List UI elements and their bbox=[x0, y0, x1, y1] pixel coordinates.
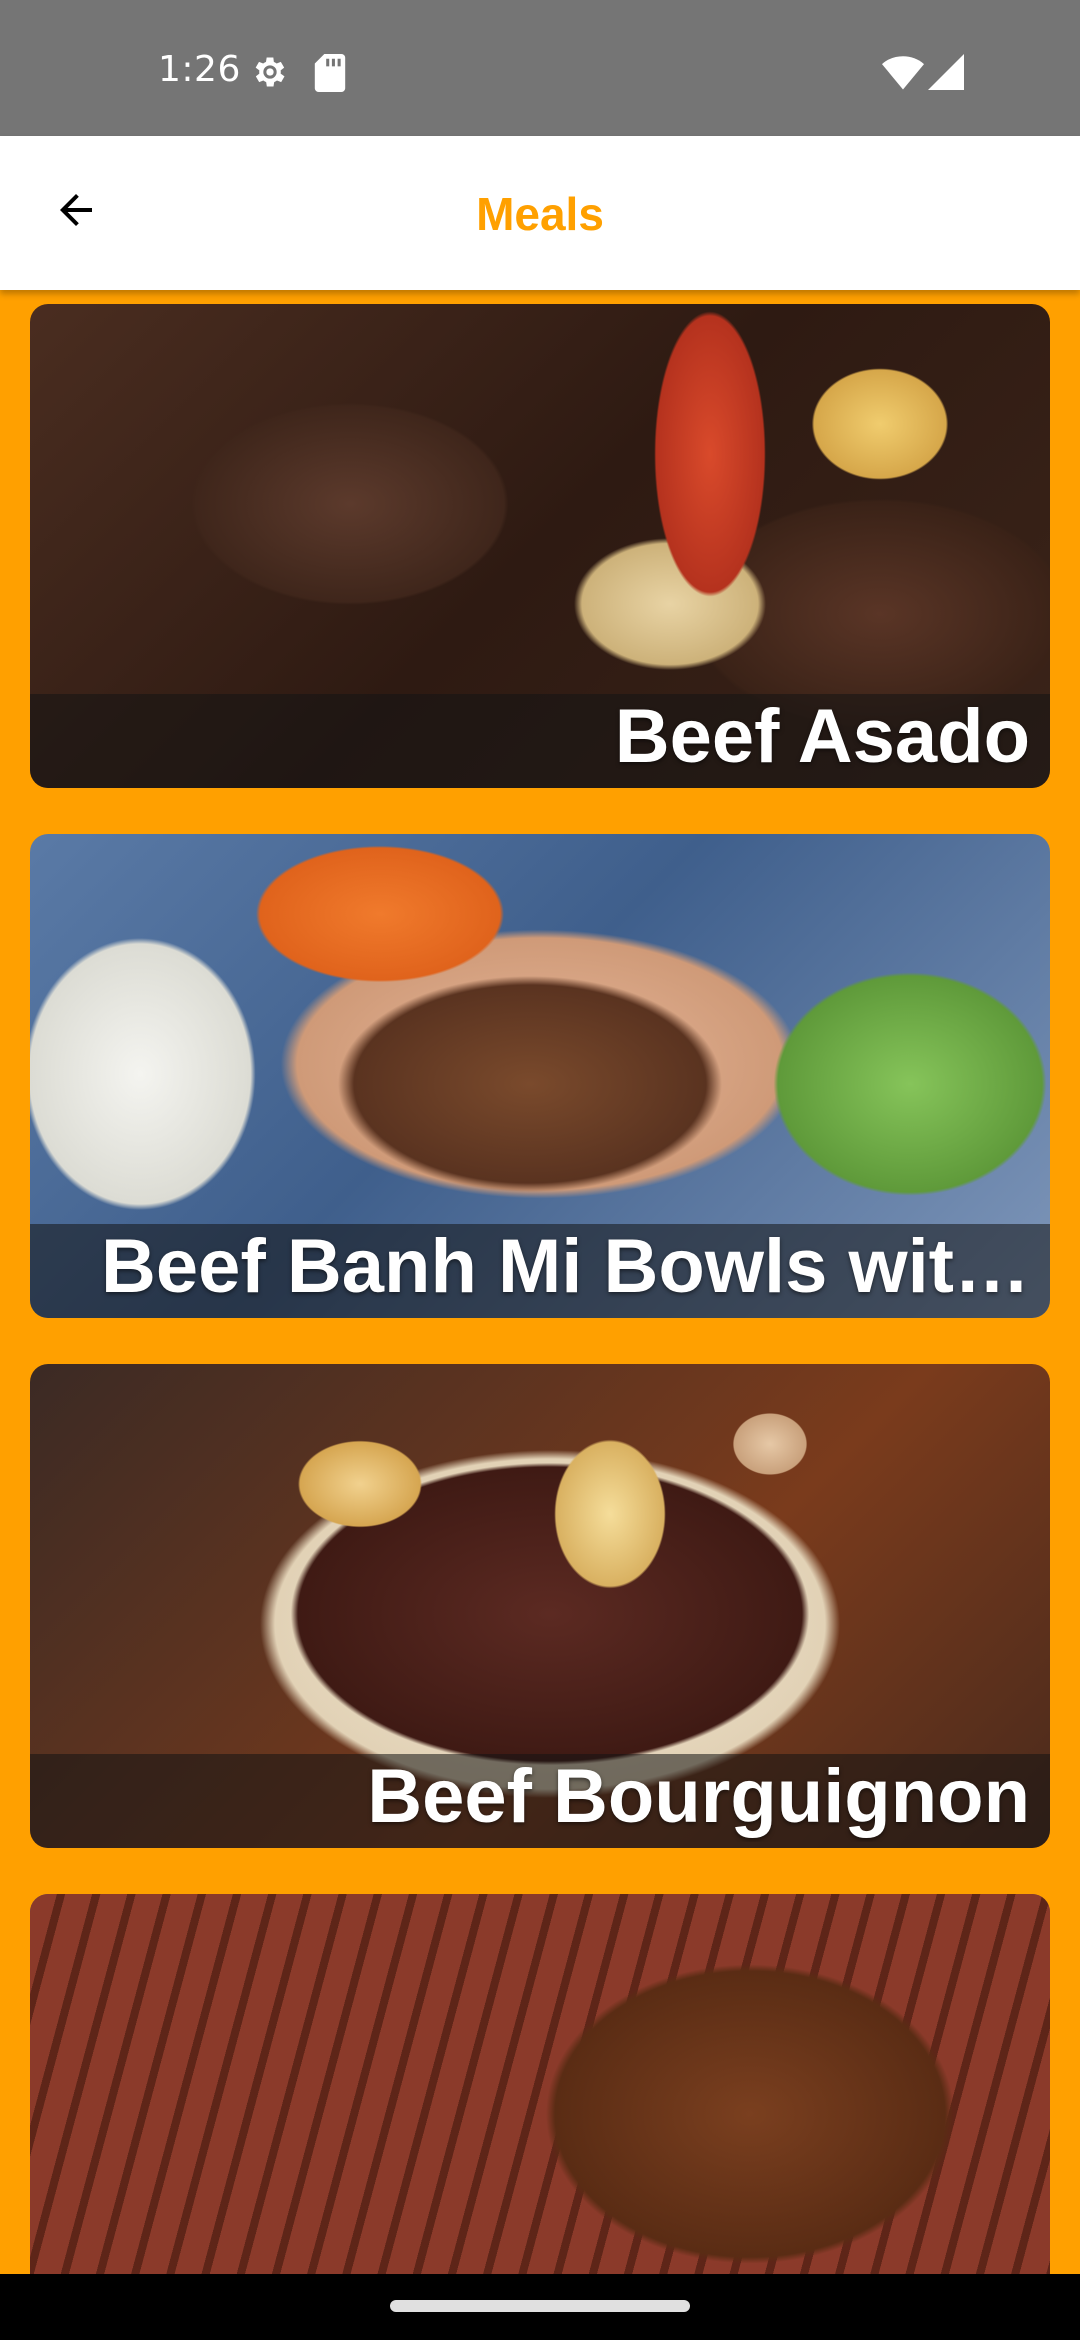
status-time: 1:26 bbox=[158, 49, 241, 90]
status-bar: 1:26 bbox=[0, 0, 1080, 136]
meal-card-beef-brisket[interactable] bbox=[30, 1894, 1050, 2274]
meal-card-beef-banh-mi[interactable]: Beef Banh Mi Bowls wit… bbox=[30, 834, 1050, 1318]
meal-card-beef-bourguignon[interactable]: Beef Bourguignon bbox=[30, 1364, 1050, 1848]
wifi-icon bbox=[882, 56, 924, 90]
meal-name: Beef Asado bbox=[614, 694, 1030, 779]
cell-signal-icon bbox=[928, 54, 964, 90]
meal-name: Beef Banh Mi Bowls wit… bbox=[101, 1224, 1030, 1309]
beef-brisket-photo bbox=[30, 1894, 1050, 2274]
gear-icon bbox=[255, 57, 285, 87]
meal-name: Beef Bourguignon bbox=[367, 1754, 1030, 1839]
page-title: Meals bbox=[476, 188, 604, 240]
meal-card-beef-asado[interactable]: Beef Asado bbox=[30, 304, 1050, 788]
sd-card-icon bbox=[314, 54, 346, 92]
meal-list[interactable]: Beef Asado Beef Banh Mi Bowls wit… Beef … bbox=[0, 290, 1080, 2274]
home-gesture-handle[interactable] bbox=[390, 2300, 690, 2312]
